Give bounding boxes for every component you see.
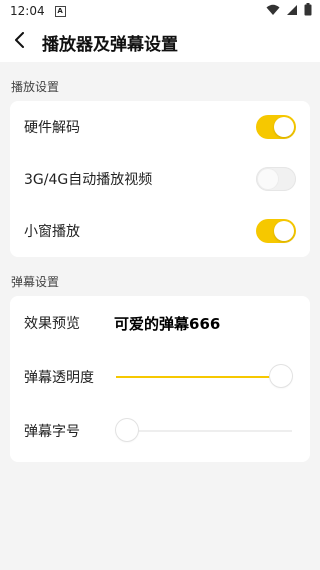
danmaku-preview-text: 可爱的弹幕666 — [114, 314, 221, 333]
back-button[interactable] — [10, 32, 30, 52]
back-arrow-icon — [14, 32, 26, 52]
battery-icon — [304, 3, 312, 19]
mini-window-label: 小窗播放 — [24, 224, 80, 240]
danmaku-settings-card: 效果预览 可爱的弹幕666 弹幕透明度 弹幕字号 — [10, 296, 310, 462]
page-title: 播放器及弹幕设置 — [42, 34, 178, 55]
slider-track — [116, 430, 292, 432]
player-section-label: 播放设置 — [11, 80, 60, 94]
font-size-slider[interactable] — [116, 419, 292, 443]
mobile-autoplay-toggle[interactable] — [256, 167, 296, 191]
toggle-knob — [274, 117, 294, 137]
font-size-label: 弹幕字号 — [24, 424, 80, 440]
slider-thumb[interactable] — [270, 365, 292, 387]
slider-fill — [116, 376, 292, 378]
danmaku-section-label: 弹幕设置 — [11, 275, 60, 289]
slider-thumb[interactable] — [116, 419, 138, 441]
mini-window-toggle[interactable] — [256, 219, 296, 243]
opacity-row: 弹幕透明度 — [10, 350, 310, 404]
status-bar: 12:04 A — [0, 0, 320, 22]
font-size-row: 弹幕字号 — [10, 404, 310, 458]
hardware-decode-label: 硬件解码 — [24, 120, 80, 136]
hardware-decode-row: 硬件解码 — [10, 101, 310, 153]
mobile-autoplay-row: 3G/4G自动播放视频 — [10, 153, 310, 205]
mobile-autoplay-label: 3G/4G自动播放视频 — [24, 172, 153, 188]
player-settings-card: 硬件解码 3G/4G自动播放视频 小窗播放 — [10, 101, 310, 257]
preview-label: 效果预览 — [24, 316, 80, 332]
mini-window-row: 小窗播放 — [10, 205, 310, 257]
notification-icon: A — [54, 5, 66, 17]
status-time: 12:04 — [10, 4, 45, 18]
wifi-icon — [266, 4, 280, 19]
app-header: 播放器及弹幕设置 — [0, 22, 320, 62]
hardware-decode-toggle[interactable] — [256, 115, 296, 139]
signal-icon — [286, 4, 298, 19]
opacity-slider[interactable] — [116, 365, 292, 389]
toggle-knob — [258, 169, 278, 189]
preview-row: 效果预览 可爱的弹幕666 — [10, 296, 310, 350]
opacity-label: 弹幕透明度 — [24, 370, 94, 386]
toggle-knob — [274, 221, 294, 241]
